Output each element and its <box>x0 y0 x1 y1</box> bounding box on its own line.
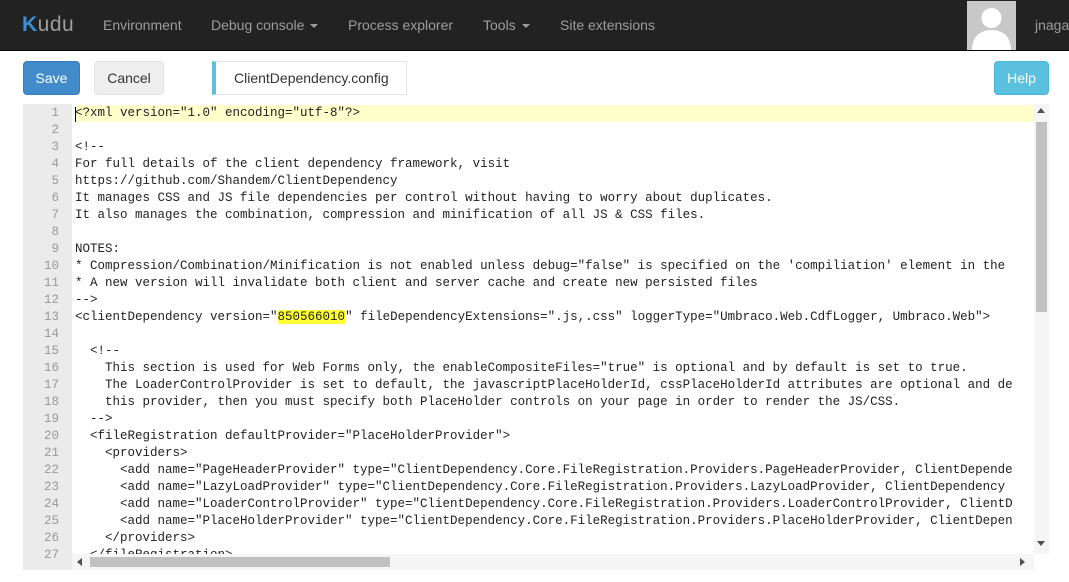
line-number: 8 <box>51 225 59 239</box>
code-line[interactable]: this provider, then you must specify bot… <box>75 394 900 411</box>
line-number: 26 <box>43 531 59 545</box>
line-number: 25 <box>43 514 59 528</box>
line-number: 14 <box>43 327 59 341</box>
username[interactable]: jnaga <box>1035 17 1069 33</box>
code-editor[interactable]: 1 2 3 4 5 6 7 8 9 10 11 12 13 14 15 16 17 18 19 20 21 22 23 24 2… <box>23 104 1049 570</box>
code-line[interactable]: NOTES: <box>75 241 120 258</box>
save-button[interactable]: Save <box>23 61 80 95</box>
code-line[interactable]: <add name="PlaceHolderProvider" type="Cl… <box>75 513 1013 530</box>
kudu-logo[interactable]: Kudu <box>22 13 74 37</box>
text-cursor <box>75 107 76 122</box>
horizontal-scrollbar[interactable] <box>72 554 1034 570</box>
line-number: 19 <box>43 412 59 426</box>
line-number: 18 <box>43 395 59 409</box>
horizontal-scroll-thumb[interactable] <box>90 557 390 567</box>
nav-environment-label: Environment <box>103 17 182 33</box>
code-line[interactable]: <add name="LoaderControlProvider" type="… <box>75 496 1013 513</box>
line-number: 24 <box>43 497 59 511</box>
nav-process-explorer-label: Process explorer <box>348 17 454 33</box>
chevron-down-icon <box>521 24 530 29</box>
code-text: " fileDependencyExtensions=".js,.css" lo… <box>345 310 991 324</box>
nav-tools[interactable]: Tools <box>483 17 530 33</box>
line-number: 21 <box>43 446 59 460</box>
line-number: 3 <box>51 140 59 154</box>
code-line[interactable]: * Compression/Combination/Minification i… <box>75 258 1005 275</box>
code-line[interactable]: It also manages the combination, compres… <box>75 207 705 224</box>
vertical-scrollbar[interactable] <box>1034 104 1049 554</box>
line-number: 1 <box>51 106 59 120</box>
nav-site-extensions[interactable]: Site extensions <box>560 17 655 33</box>
nav-debug-console[interactable]: Debug console <box>211 17 319 33</box>
code-line[interactable]: <add name="LazyLoadProvider" type="Clien… <box>75 479 1005 496</box>
brand-name: udu <box>37 13 75 36</box>
chevron-down-icon <box>310 24 319 29</box>
vertical-scroll-thumb[interactable] <box>1036 122 1047 312</box>
line-number: 11 <box>43 276 59 290</box>
line-number: 4 <box>51 157 59 171</box>
code-line[interactable]: <?xml version="1.0" encoding="utf-8"?> <box>75 105 360 122</box>
line-number: 23 <box>43 480 59 494</box>
line-number: 13 <box>43 310 59 324</box>
code-line[interactable]: <!-- <box>75 139 105 156</box>
line-number: 10 <box>43 259 59 273</box>
code-line[interactable]: It manages CSS and JS file dependencies … <box>75 190 773 207</box>
code-line[interactable]: <fileRegistration defaultProvider="Place… <box>75 428 510 445</box>
line-number: 12 <box>43 293 59 307</box>
code-line[interactable]: This section is used for Web Forms only,… <box>75 360 968 377</box>
code-line[interactable]: </fileRegistration> <box>75 547 233 554</box>
scroll-left-arrow-icon[interactable] <box>77 558 82 566</box>
code-text: <clientDependency version=" <box>75 310 278 324</box>
code-line[interactable]: --> <box>75 292 98 309</box>
code-area[interactable]: <?xml version="1.0" encoding="utf-8"?> <!… <box>75 104 1033 554</box>
line-number: 5 <box>51 174 59 188</box>
top-navbar: Kudu Environment Debug console Process e… <box>0 0 1069 51</box>
line-number: 20 <box>43 429 59 443</box>
nav-site-extensions-label: Site extensions <box>560 17 655 33</box>
line-number: 2 <box>51 123 59 137</box>
line-number: 17 <box>43 378 59 392</box>
scroll-right-arrow-icon[interactable] <box>1020 558 1025 566</box>
nav-environment[interactable]: Environment <box>103 17 182 33</box>
line-number: 9 <box>51 242 59 256</box>
cancel-button[interactable]: Cancel <box>94 61 164 95</box>
line-number: 15 <box>43 344 59 358</box>
line-number: 16 <box>43 361 59 375</box>
nav-process-explorer[interactable]: Process explorer <box>348 17 453 33</box>
avatar[interactable] <box>967 1 1016 50</box>
user-silhouette-icon <box>967 1 1016 50</box>
code-line[interactable]: --> <box>75 411 113 428</box>
code-line[interactable]: <!-- <box>75 343 120 360</box>
code-line[interactable]: * A new version will invalidate both cli… <box>75 275 758 292</box>
scroll-down-arrow-icon[interactable] <box>1037 541 1045 546</box>
nav-tools-label: Tools <box>483 17 516 33</box>
code-line[interactable]: The LoaderControlProvider is set to defa… <box>75 377 1013 394</box>
code-line[interactable]: For full details of the client dependenc… <box>75 156 510 173</box>
code-line[interactable]: https://github.com/Shandem/ClientDepende… <box>75 173 398 190</box>
code-line[interactable]: <providers> <box>75 445 188 462</box>
code-line[interactable]: </providers> <box>75 530 195 547</box>
scroll-up-arrow-icon[interactable] <box>1037 108 1045 113</box>
brand-initial: K <box>22 13 38 36</box>
line-number: 7 <box>51 208 59 222</box>
line-number: 27 <box>43 548 59 562</box>
highlighted-version-value: 850566010 <box>277 310 346 324</box>
line-number: 22 <box>43 463 59 477</box>
help-button[interactable]: Help <box>994 61 1049 95</box>
code-line[interactable]: <clientDependency version="850566010" fi… <box>75 309 990 326</box>
code-line[interactable]: <add name="PageHeaderProvider" type="Cli… <box>75 462 1013 479</box>
line-number: 6 <box>51 191 59 205</box>
line-number-gutter: 1 2 3 4 5 6 7 8 9 10 11 12 13 14 15 16 17 18 19 20 21 22 23 24 2… <box>23 104 72 570</box>
file-name-tab: ClientDependency.config <box>212 61 407 95</box>
nav-debug-console-label: Debug console <box>211 17 305 33</box>
